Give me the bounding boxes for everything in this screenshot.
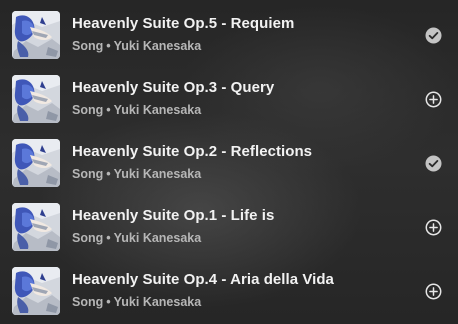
artist-link[interactable]: Yuki Kanesaka xyxy=(114,103,202,117)
artist-link[interactable]: Yuki Kanesaka xyxy=(114,167,202,181)
track-type: Song xyxy=(72,231,104,245)
track-type: Song xyxy=(72,103,104,117)
artist-link[interactable]: Yuki Kanesaka xyxy=(114,295,202,309)
saved-check-icon[interactable] xyxy=(425,27,442,44)
track-row[interactable]: Heavenly Suite Op.1 - Life is Song • Yuki … xyxy=(0,195,458,259)
saved-check-icon[interactable] xyxy=(425,155,442,172)
album-art xyxy=(12,75,60,123)
track-title[interactable]: Heavenly Suite Op.4 - Aria della Vida xyxy=(72,271,334,288)
track-subtitle: Song • Yuki Kanesaka xyxy=(72,167,201,181)
track-row[interactable]: Heavenly Suite Op.2 - Reflections Song • Y… xyxy=(0,131,458,195)
artist-link[interactable]: Yuki Kanesaka xyxy=(114,39,202,53)
album-art xyxy=(12,11,60,59)
track-type: Song xyxy=(72,39,104,53)
add-to-library-icon[interactable] xyxy=(425,219,442,236)
track-title[interactable]: Heavenly Suite Op.3 - Query xyxy=(72,79,274,96)
track-subtitle: Song • Yuki Kanesaka xyxy=(72,231,201,245)
track-title[interactable]: Heavenly Suite Op.2 - Reflections xyxy=(72,143,312,160)
track-title[interactable]: Heavenly Suite Op.5 - Requiem xyxy=(72,15,294,32)
subtitle-separator: • xyxy=(106,103,111,117)
album-art xyxy=(12,203,60,251)
subtitle-separator: • xyxy=(106,231,111,245)
track-title[interactable]: Heavenly Suite Op.1 - Life is xyxy=(72,207,274,224)
album-art xyxy=(12,267,60,315)
subtitle-separator: • xyxy=(106,167,111,181)
artist-link[interactable]: Yuki Kanesaka xyxy=(114,231,202,245)
album-art xyxy=(12,139,60,187)
track-row[interactable]: Heavenly Suite Op.4 - Aria della Vida So… xyxy=(0,259,458,323)
add-to-library-icon[interactable] xyxy=(425,283,442,300)
subtitle-separator: • xyxy=(106,39,111,53)
track-type: Song xyxy=(72,167,104,181)
track-subtitle: Song • Yuki Kanesaka xyxy=(72,295,201,309)
track-subtitle: Song • Yuki Kanesaka xyxy=(72,39,201,53)
track-row[interactable]: Heavenly Suite Op.5 - Requiem Song • Yuki … xyxy=(0,3,458,67)
track-row[interactable]: Heavenly Suite Op.3 - Query Song • Yuki Ka… xyxy=(0,67,458,131)
add-to-library-icon[interactable] xyxy=(425,91,442,108)
track-type: Song xyxy=(72,295,104,309)
track-list: Heavenly Suite Op.5 - Requiem Song • Yuki … xyxy=(0,0,458,324)
subtitle-separator: • xyxy=(106,295,111,309)
track-subtitle: Song • Yuki Kanesaka xyxy=(72,103,201,117)
